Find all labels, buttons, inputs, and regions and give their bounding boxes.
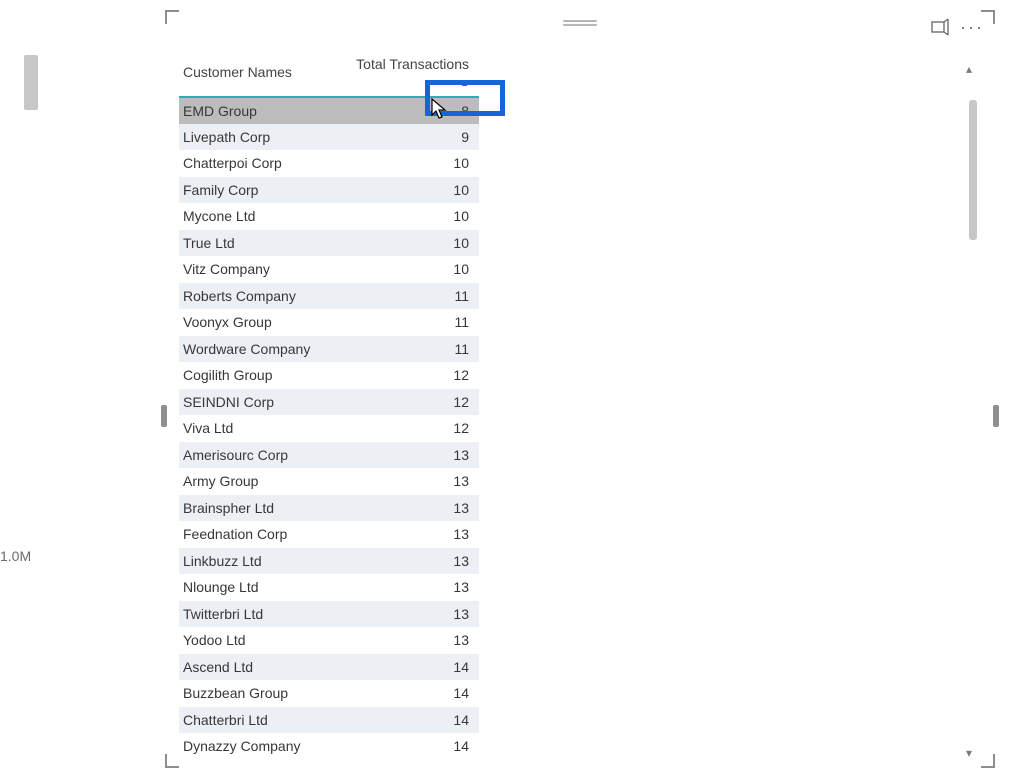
- cell-name[interactable]: Twitterbri Ltd: [179, 601, 334, 628]
- cell-name[interactable]: Vitz Company: [179, 256, 334, 283]
- table-row[interactable]: Roberts Company11: [179, 283, 479, 310]
- cell-name[interactable]: Chatterbri Ltd: [179, 707, 334, 734]
- cell-name[interactable]: Chatterpoi Corp: [179, 150, 334, 177]
- focus-mode-icon[interactable]: [929, 16, 951, 38]
- cell-name[interactable]: Amerisourc Corp: [179, 442, 334, 469]
- cell-value[interactable]: 10: [334, 203, 479, 230]
- cell-name[interactable]: Mycone Ltd: [179, 203, 334, 230]
- cell-value[interactable]: 11: [334, 336, 479, 363]
- axis-tick-label: 1.0M: [0, 548, 31, 564]
- table-row[interactable]: Linkbuzz Ltd13: [179, 548, 479, 575]
- visual-move-grip[interactable]: [563, 18, 597, 28]
- table-row[interactable]: Chatterbri Ltd14: [179, 707, 479, 734]
- cell-value[interactable]: 13: [334, 521, 479, 548]
- table-row[interactable]: SEINDNI Corp12: [179, 389, 479, 416]
- table-visual[interactable]: ··· Customer Names Total Transactions ▲ …: [165, 10, 995, 768]
- table-row[interactable]: Wordware Company11: [179, 336, 479, 363]
- cell-value[interactable]: 8: [334, 97, 479, 124]
- cell-name[interactable]: True Ltd: [179, 230, 334, 257]
- cell-name[interactable]: Livepath Corp: [179, 124, 334, 151]
- column-header-value[interactable]: Total Transactions ▲: [334, 50, 479, 97]
- scrollbar-thumb[interactable]: [969, 100, 977, 240]
- sort-ascending-icon: ▲: [460, 78, 469, 88]
- column-header-name[interactable]: Customer Names: [179, 50, 334, 97]
- table-row[interactable]: True Ltd10: [179, 230, 479, 257]
- left-scrollbar-thumb[interactable]: [24, 55, 38, 110]
- cell-value[interactable]: 14: [334, 654, 479, 681]
- table-row[interactable]: Feednation Corp13: [179, 521, 479, 548]
- cell-name[interactable]: Wordware Company: [179, 336, 334, 363]
- table-row[interactable]: Amerisourc Corp13: [179, 442, 479, 469]
- table-row[interactable]: Dynazzy Company14: [179, 733, 479, 760]
- cell-value[interactable]: 13: [334, 574, 479, 601]
- table-row[interactable]: EMD Group8: [179, 97, 479, 124]
- visual-toolbar: ···: [929, 16, 983, 38]
- cell-name[interactable]: Ascend Ltd: [179, 654, 334, 681]
- table-row[interactable]: Viva Ltd12: [179, 415, 479, 442]
- cell-value[interactable]: 10: [334, 256, 479, 283]
- cell-name[interactable]: Feednation Corp: [179, 521, 334, 548]
- table-row[interactable]: Nlounge Ltd13: [179, 574, 479, 601]
- cell-value[interactable]: 14: [334, 680, 479, 707]
- table-row[interactable]: Buzzbean Group14: [179, 680, 479, 707]
- table-row[interactable]: Chatterpoi Corp10: [179, 150, 479, 177]
- cell-value[interactable]: 11: [334, 283, 479, 310]
- cell-name[interactable]: Voonyx Group: [179, 309, 334, 336]
- table-row[interactable]: Yodoo Ltd13: [179, 627, 479, 654]
- table-row[interactable]: Voonyx Group11: [179, 309, 479, 336]
- table-scroll-area: Customer Names Total Transactions ▲ EMD …: [179, 50, 979, 768]
- table-row[interactable]: Cogilith Group12: [179, 362, 479, 389]
- cell-value[interactable]: 13: [334, 495, 479, 522]
- data-table: Customer Names Total Transactions ▲ EMD …: [179, 50, 479, 760]
- cell-value[interactable]: 14: [334, 733, 479, 760]
- cell-value[interactable]: 12: [334, 415, 479, 442]
- resize-handle-left[interactable]: [161, 405, 167, 427]
- cell-name[interactable]: Nlounge Ltd: [179, 574, 334, 601]
- table-row[interactable]: Brainspher Ltd13: [179, 495, 479, 522]
- cell-value[interactable]: 11: [334, 309, 479, 336]
- table-row[interactable]: Twitterbri Ltd13: [179, 601, 479, 628]
- cell-name[interactable]: SEINDNI Corp: [179, 389, 334, 416]
- cell-name[interactable]: Dynazzy Company: [179, 733, 334, 760]
- scroll-down-icon[interactable]: ▾: [966, 746, 972, 760]
- cell-value[interactable]: 13: [334, 548, 479, 575]
- cell-name[interactable]: Brainspher Ltd: [179, 495, 334, 522]
- cell-name[interactable]: Family Corp: [179, 177, 334, 204]
- cell-value[interactable]: 10: [334, 177, 479, 204]
- table-row[interactable]: Vitz Company10: [179, 256, 479, 283]
- cell-value[interactable]: 12: [334, 362, 479, 389]
- table-scrollbar[interactable]: ▴ ▾: [967, 64, 979, 758]
- table-row[interactable]: Mycone Ltd10: [179, 203, 479, 230]
- cell-name[interactable]: Buzzbean Group: [179, 680, 334, 707]
- column-header-value-label: Total Transactions: [356, 56, 469, 72]
- more-options-icon[interactable]: ···: [961, 16, 983, 38]
- cell-value[interactable]: 13: [334, 627, 479, 654]
- cell-value[interactable]: 14: [334, 707, 479, 734]
- cell-value[interactable]: 12: [334, 389, 479, 416]
- table-row[interactable]: Ascend Ltd14: [179, 654, 479, 681]
- table-row[interactable]: Family Corp10: [179, 177, 479, 204]
- cell-value[interactable]: 9: [334, 124, 479, 151]
- table-row[interactable]: Army Group13: [179, 468, 479, 495]
- resize-corner-bl[interactable]: [165, 754, 179, 768]
- column-header-name-label: Customer Names: [183, 64, 292, 80]
- resize-corner-tl[interactable]: [165, 10, 179, 24]
- cell-value[interactable]: 13: [334, 468, 479, 495]
- left-panel: 1.0M: [0, 0, 50, 768]
- cell-value[interactable]: 13: [334, 442, 479, 469]
- cell-value[interactable]: 10: [334, 150, 479, 177]
- cell-name[interactable]: Cogilith Group: [179, 362, 334, 389]
- cell-value[interactable]: 13: [334, 601, 479, 628]
- cell-name[interactable]: Linkbuzz Ltd: [179, 548, 334, 575]
- cell-name[interactable]: EMD Group: [179, 97, 334, 124]
- table-row[interactable]: Livepath Corp9: [179, 124, 479, 151]
- cell-value[interactable]: 10: [334, 230, 479, 257]
- resize-corner-br[interactable]: [981, 754, 995, 768]
- cell-name[interactable]: Viva Ltd: [179, 415, 334, 442]
- resize-handle-right[interactable]: [993, 405, 999, 427]
- cell-name[interactable]: Roberts Company: [179, 283, 334, 310]
- cell-name[interactable]: Yodoo Ltd: [179, 627, 334, 654]
- cell-name[interactable]: Army Group: [179, 468, 334, 495]
